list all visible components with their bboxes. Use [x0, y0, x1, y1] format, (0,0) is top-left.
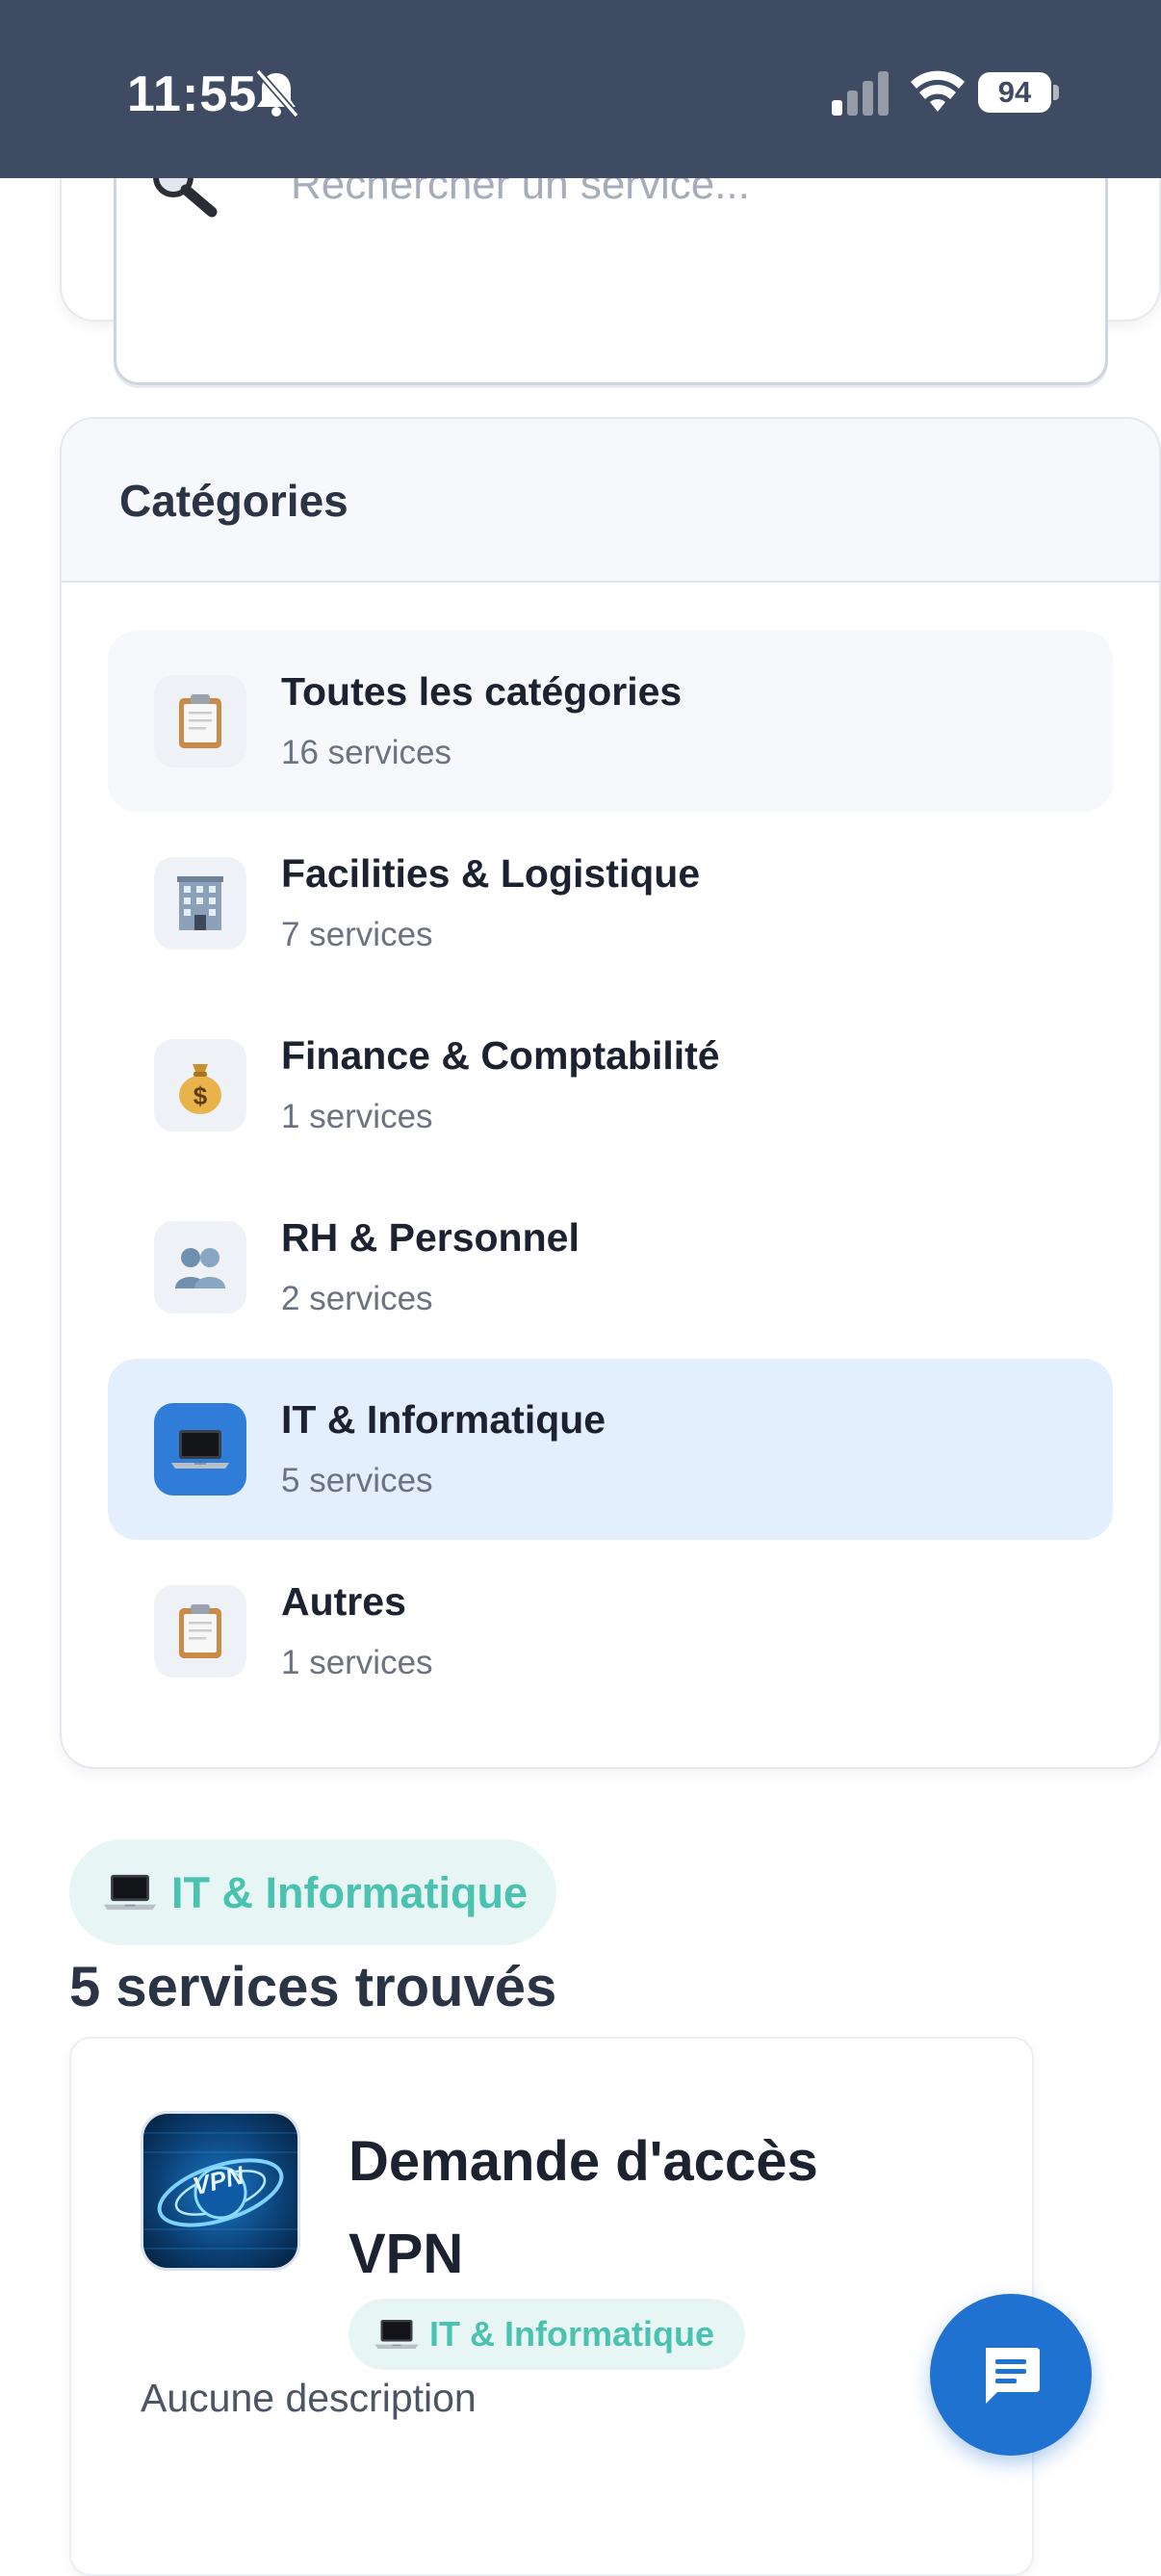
tag-label: IT & Informatique: [429, 2314, 714, 2354]
category-item-finance[interactable]: Finance & Comptabilité 1 services: [108, 995, 1113, 1176]
categories-card: Catégories Toutes les catégories 16 serv…: [60, 417, 1161, 1769]
active-filter-chip[interactable]: IT & Informatique: [69, 1839, 556, 1945]
service-description: Aucune description: [141, 2376, 477, 2420]
clipboard-icon: [154, 675, 246, 768]
chat-icon: [986, 2348, 1040, 2404]
filter-label: IT & Informatique: [171, 1868, 528, 1917]
clipboard-icon: [154, 1585, 246, 1678]
chat-button[interactable]: [930, 2294, 1092, 2456]
category-name: Facilities & Logistique: [281, 851, 701, 896]
category-count: 16 services: [281, 734, 452, 771]
status-bar: 11:55 94: [0, 0, 1161, 178]
signal-icon: [832, 71, 889, 116]
battery-tip: [1053, 85, 1059, 100]
category-item-autres[interactable]: Autres 1 services: [108, 1541, 1113, 1722]
category-name: Toutes les catégories: [281, 669, 683, 714]
category-count: 1 services: [281, 1644, 433, 1681]
category-item-rh[interactable]: RH & Personnel 2 services: [108, 1177, 1113, 1358]
category-item-it[interactable]: IT & Informatique 5 services: [108, 1359, 1113, 1540]
category-name: Finance & Comptabilité: [281, 1033, 720, 1078]
categories-title: Catégories: [119, 476, 348, 526]
category-count: 7 services: [281, 916, 433, 953]
money-bag-icon: [154, 1039, 246, 1132]
category-name: IT & Informatique: [281, 1397, 606, 1442]
results-count: 5 services trouvés: [69, 1956, 557, 2018]
service-title: Demande d'accès VPN: [348, 2130, 818, 2285]
battery-icon: 94: [978, 72, 1051, 113]
bell-slash-icon: [255, 68, 299, 118]
category-item-facilities[interactable]: Facilities & Logistique 7 services: [108, 813, 1113, 994]
laptop-icon: [102, 1869, 158, 1915]
category-count: 1 services: [281, 1098, 433, 1135]
laptop-icon: [374, 2316, 420, 2353]
status-time: 11:55: [127, 66, 258, 122]
vpn-image: VPN: [141, 2111, 300, 2271]
laptop-icon: [154, 1403, 246, 1496]
category-count: 5 services: [281, 1462, 433, 1499]
wifi-icon: [911, 70, 965, 112]
category-count: 2 services: [281, 1280, 433, 1317]
people-icon: [154, 1221, 246, 1314]
category-item-all[interactable]: Toutes les catégories 16 services: [108, 631, 1113, 812]
categories-header: Catégories: [62, 419, 1159, 583]
service-card[interactable]: VPN Demande d'accès VPN IT & Informatiqu…: [69, 2037, 1034, 2576]
office-building-icon: [154, 857, 246, 950]
service-category-tag: IT & Informatique: [348, 2299, 745, 2370]
category-name: RH & Personnel: [281, 1215, 580, 1260]
category-name: Autres: [281, 1579, 406, 1624]
